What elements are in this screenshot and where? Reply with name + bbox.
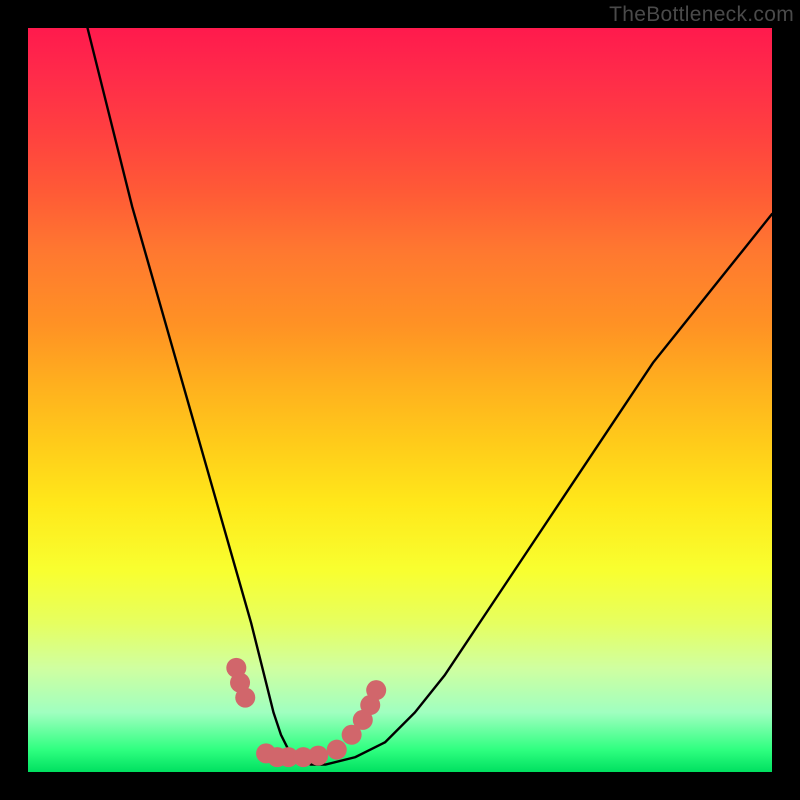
- curve-marker: [366, 680, 386, 700]
- attribution-label: TheBottleneck.com: [609, 3, 794, 27]
- bottleneck-curve: [88, 28, 772, 765]
- plot-area: [28, 28, 772, 772]
- chart-frame: TheBottleneck.com: [0, 0, 800, 800]
- curve-marker: [308, 746, 328, 766]
- curve-marker: [327, 740, 347, 760]
- curve-marker: [235, 688, 255, 708]
- chart-svg: [28, 28, 772, 772]
- curve-markers: [226, 658, 386, 767]
